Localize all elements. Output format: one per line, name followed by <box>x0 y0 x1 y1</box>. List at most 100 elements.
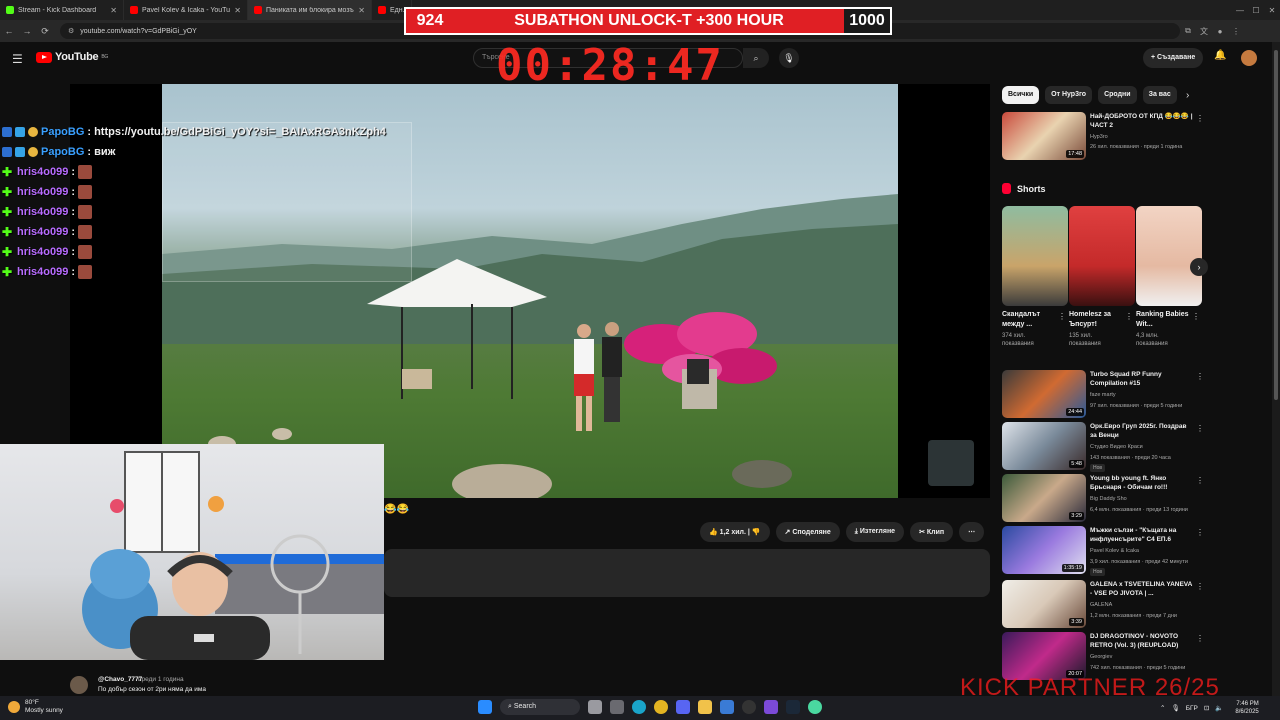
chip-related[interactable]: Сродни <box>1098 86 1137 104</box>
maximize-icon[interactable]: ☐ <box>1248 6 1264 15</box>
video-title[interactable]: Young bb young ft. Янко Брьснаря - Обича… <box>1090 474 1194 492</box>
chrome-icon[interactable] <box>654 700 668 714</box>
channel-name[interactable]: GALENA <box>1090 602 1112 608</box>
site-info-icon[interactable]: ⚙ <box>68 27 74 35</box>
more-options-icon[interactable]: ⋮ <box>1196 114 1204 123</box>
channel-name[interactable]: Нур3го <box>1090 134 1108 140</box>
recommended-video[interactable]: 17:48 Най-ДОБРОТО ОТ КПД 😂😂😂 | ЧАСТ 2 Ну… <box>1002 112 1204 162</box>
extension-icon[interactable]: ⧉ <box>1180 26 1196 36</box>
more-options-icon[interactable]: ⋮ <box>1196 476 1204 485</box>
chevron-up-icon[interactable]: ⌃ <box>1160 704 1165 712</box>
widgets-icon[interactable] <box>588 700 602 714</box>
weather-widget[interactable]: 80°F Mostly sunny <box>8 699 63 715</box>
channel-name[interactable]: Georgiev <box>1090 654 1112 660</box>
steam-icon[interactable] <box>786 700 800 714</box>
video-title[interactable]: Мъжки сълзи - "Къщата на инфлуенсърите" … <box>1090 526 1194 544</box>
description-box[interactable] <box>384 549 990 597</box>
video-thumbnail[interactable]: 5:48 <box>1002 422 1086 470</box>
channel-name[interactable]: Big Daddy Sho <box>1090 496 1127 502</box>
file-explorer-icon[interactable] <box>698 700 712 714</box>
profile-icon[interactable]: ● <box>1212 27 1228 36</box>
short-title[interactable]: Скандалът между ... <box>1002 310 1056 330</box>
mail-icon[interactable] <box>720 700 734 714</box>
close-tab-icon[interactable]: ✕ <box>358 6 365 15</box>
more-actions-icon[interactable]: ⋯ <box>959 522 985 542</box>
video-title[interactable]: DJ DRAGOTINOV - NOVOTO RETRO (Vol. 3) (R… <box>1090 632 1194 650</box>
translate-icon[interactable]: 文 <box>1196 26 1212 37</box>
windows-start-icon[interactable] <box>478 700 492 714</box>
chip-for-you[interactable]: За вас <box>1142 86 1177 104</box>
account-avatar[interactable] <box>1241 50 1257 66</box>
notifications-bell-icon[interactable]: 🔔 <box>1214 50 1226 61</box>
share-button[interactable]: ↗ Споделяне <box>775 522 840 542</box>
chip-all[interactable]: Всички <box>1002 86 1040 104</box>
obs-icon[interactable] <box>742 700 756 714</box>
video-thumbnail[interactable]: 3:29 <box>1002 474 1086 522</box>
more-options-icon[interactable]: ⋮ <box>1125 312 1133 321</box>
short-thumbnail[interactable] <box>1069 206 1135 306</box>
more-options-icon[interactable]: ⋮ <box>1196 424 1204 433</box>
more-options-icon[interactable]: ⋮ <box>1196 582 1204 591</box>
more-options-icon[interactable]: ⋮ <box>1196 634 1204 643</box>
minimize-icon[interactable]: — <box>1232 6 1248 15</box>
recommended-video[interactable]: 5:48 Орк.Евро Груп 2025г. Поздрав за Вен… <box>1002 422 1204 472</box>
network-icon[interactable]: ⊡ <box>1204 704 1209 712</box>
video-thumbnail[interactable]: 17:48 <box>1002 112 1086 160</box>
microphone-icon[interactable]: 🎙 <box>779 48 799 68</box>
clock[interactable]: 7:46 PM 8/6/2025 <box>1235 700 1258 716</box>
short-title[interactable]: Ranking Babies Wit... <box>1136 310 1190 330</box>
language-indicator[interactable]: БГР <box>1186 705 1198 712</box>
settings-menu-icon[interactable]: ⋮ <box>1228 27 1244 36</box>
discord-icon[interactable] <box>676 700 690 714</box>
page-scrollbar[interactable] <box>1272 42 1280 696</box>
more-options-icon[interactable]: ⋮ <box>1196 372 1204 381</box>
more-options-icon[interactable]: ⋮ <box>1196 528 1204 537</box>
mic-tray-icon[interactable]: 🎙 <box>1171 704 1179 712</box>
video-title[interactable]: Най-ДОБРОТО ОТ КПД 😂😂😂 | ЧАСТ 2 <box>1090 112 1194 130</box>
chevron-right-icon[interactable]: › <box>1186 90 1189 101</box>
channel-name[interactable]: Pavel Kolev & Icaka <box>1090 548 1139 554</box>
reload-icon[interactable]: ⟳ <box>36 26 54 37</box>
volume-icon[interactable]: 🔈 <box>1215 704 1223 712</box>
scrollbar-thumb[interactable] <box>1274 50 1278 400</box>
taskbar-search[interactable]: ⌕ Search <box>500 699 580 715</box>
video-title[interactable]: GALENA x TSVETELINA YANEVA - VSE PO JIVO… <box>1090 580 1194 598</box>
download-button[interactable]: ⤓ Изтегляне <box>845 522 905 542</box>
video-thumbnail[interactable]: 1:35:19 <box>1002 526 1086 574</box>
tab-youtube-channel[interactable]: Pavel Kolev & Icaka - YouTube ✕ <box>124 0 248 20</box>
search-icon[interactable]: ⌕ <box>743 48 769 68</box>
close-tab-icon[interactable]: ✕ <box>110 6 117 15</box>
close-window-icon[interactable]: ✕ <box>1264 6 1280 15</box>
recommended-video[interactable]: 1:35:19 Мъжки сълзи - "Къщата на инфлуен… <box>1002 526 1204 576</box>
shorts-next-icon[interactable]: › <box>1190 258 1208 276</box>
create-button[interactable]: + Създаване <box>1143 48 1204 68</box>
app-icon[interactable] <box>764 700 778 714</box>
clip-button[interactable]: ✂ Клип <box>910 522 954 542</box>
task-view-icon[interactable] <box>610 700 624 714</box>
short-thumbnail[interactable] <box>1136 206 1202 306</box>
short-item[interactable]: Homelesz за Ъпсурт! 135 хил. показвания … <box>1069 206 1135 351</box>
browser-icon[interactable] <box>808 700 822 714</box>
hamburger-menu-icon[interactable]: ☰ <box>12 52 23 66</box>
short-title[interactable]: Homelesz за Ъпсурт! <box>1069 310 1123 330</box>
video-title[interactable]: Turbo Squad RP Funny Compilation #15 <box>1090 370 1194 388</box>
video-title[interactable]: Орк.Евро Груп 2025г. Поздрав за Венци <box>1090 422 1194 440</box>
close-tab-icon[interactable]: ✕ <box>234 6 241 15</box>
tab-kick-dashboard[interactable]: Stream - Kick Dashboard ✕ <box>0 0 124 20</box>
video-thumbnail[interactable]: 3:39 <box>1002 580 1086 628</box>
comment-author[interactable]: @Chavo_7777 <box>98 676 142 683</box>
tab-youtube-video[interactable]: Паниката им блокира мозъ... ✕ <box>248 0 372 20</box>
recommended-video[interactable]: 3:29 Young bb young ft. Янко Брьснаря - … <box>1002 474 1204 524</box>
forward-icon[interactable]: → <box>18 26 36 36</box>
edge-icon[interactable] <box>632 700 646 714</box>
short-item[interactable]: Скандалът между ... 374 хил. показвания … <box>1002 206 1068 351</box>
more-options-icon[interactable]: ⋮ <box>1192 312 1200 321</box>
comment-avatar[interactable] <box>70 676 88 694</box>
channel-name[interactable]: faze marty <box>1090 392 1116 398</box>
more-options-icon[interactable]: ⋮ <box>1058 312 1066 321</box>
video-thumbnail[interactable]: 24:44 <box>1002 370 1086 418</box>
recommended-video[interactable]: 24:44 Turbo Squad RP Funny Compilation #… <box>1002 370 1204 420</box>
end-screen-thumbnail[interactable] <box>928 440 974 486</box>
video-thumbnail[interactable]: 20:07 <box>1002 632 1086 680</box>
channel-name[interactable]: Студио Видео Краси <box>1090 444 1143 450</box>
